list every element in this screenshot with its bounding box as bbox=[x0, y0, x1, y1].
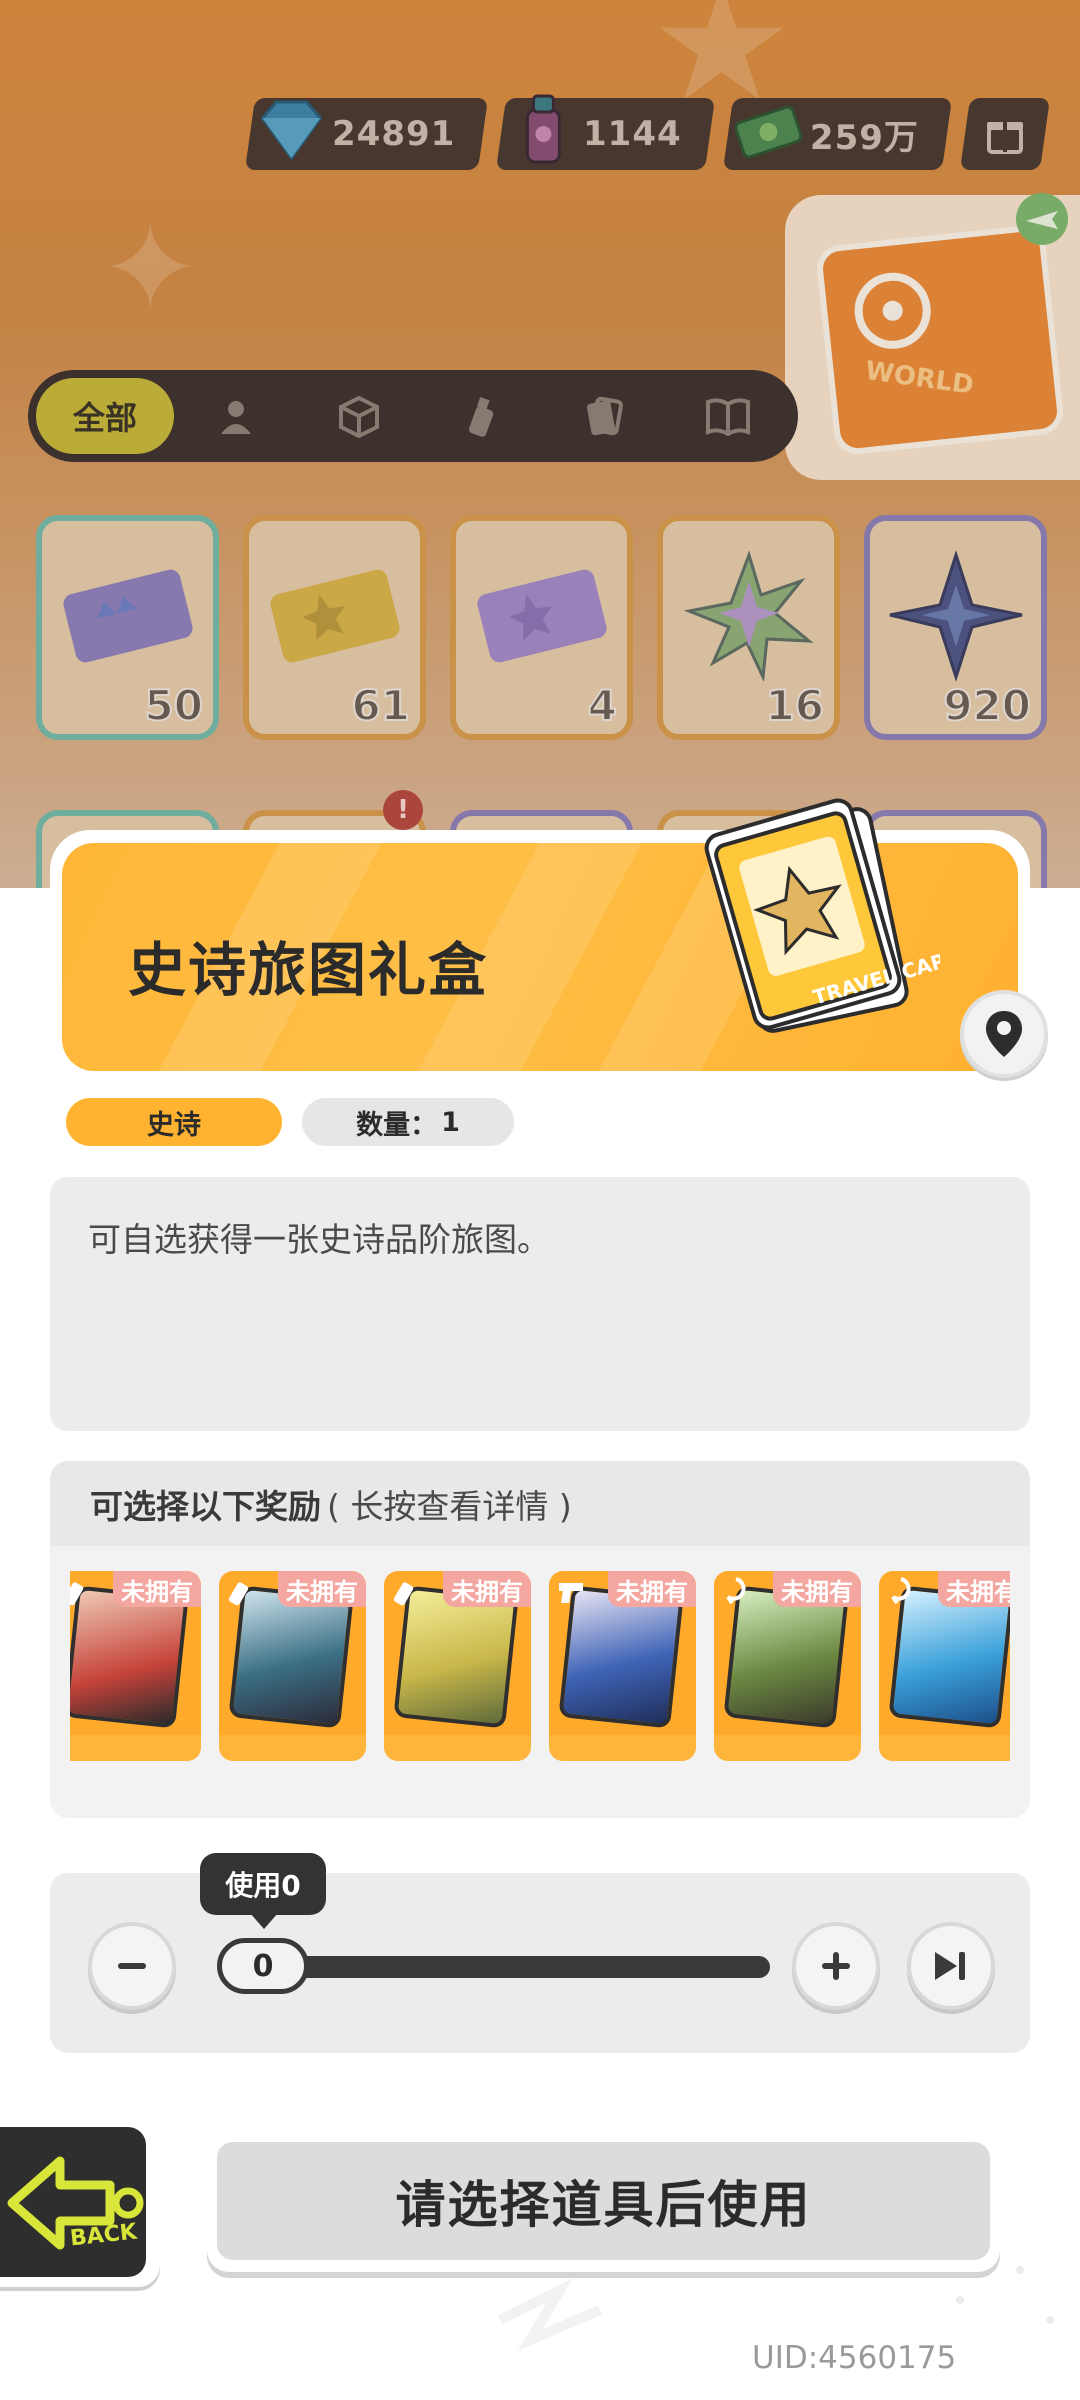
currency-spray[interactable]: 1144 bbox=[496, 94, 715, 170]
spray-icon bbox=[70, 1582, 84, 1606]
user-id: UID:4560175 bbox=[752, 2340, 957, 2376]
decrease-button[interactable] bbox=[88, 1922, 176, 2010]
rainbow-star-icon bbox=[683, 551, 814, 681]
gift-button[interactable] bbox=[959, 98, 1050, 170]
description-box: 可自选获得一张史诗品阶旅图。 bbox=[50, 1177, 1030, 1431]
not-owned-badge: 未拥有 bbox=[938, 1571, 1010, 1607]
reward-selection-box: 可选择以下奖励 ( 长按查看详情 ) 未拥有 未拥有 未拥有 未拥有 未拥有 未… bbox=[50, 1461, 1030, 1818]
not-owned-badge: 未拥有 bbox=[278, 1571, 366, 1607]
location-pin-icon bbox=[986, 1011, 1022, 1057]
dark-star-icon bbox=[889, 551, 1023, 681]
inventory-item[interactable]: 50 bbox=[36, 515, 219, 740]
world-map-art: WORLD bbox=[814, 223, 1066, 457]
book-icon bbox=[706, 398, 751, 436]
reward-hint: ( 长按查看详情 ) bbox=[327, 1486, 572, 1526]
item-count: 16 bbox=[765, 680, 825, 731]
currency-diamond[interactable]: 24891 bbox=[244, 98, 489, 170]
decor-star-icon: ★ bbox=[650, 0, 794, 137]
max-button[interactable] bbox=[907, 1922, 995, 2010]
spray-can-icon bbox=[526, 94, 562, 164]
currency-bar: 24891 1144 259万 bbox=[244, 94, 1050, 170]
reward-list[interactable]: 未拥有 未拥有 未拥有 未拥有 未拥有 未拥有 bbox=[70, 1571, 1010, 1771]
not-owned-badge: 未拥有 bbox=[443, 1571, 531, 1607]
inventory-item[interactable]: 920 bbox=[864, 515, 1047, 740]
usage-tooltip: 使用0 bbox=[200, 1853, 326, 1929]
usage-slider-thumb[interactable]: 0 bbox=[217, 1938, 309, 1994]
item-count: 4 bbox=[587, 680, 618, 731]
swirl-icon bbox=[891, 1577, 911, 1605]
currency-value: 24891 bbox=[332, 114, 456, 154]
currency-value: 1144 bbox=[583, 114, 682, 154]
spray-paint-icon bbox=[468, 396, 494, 437]
reward-card[interactable]: 未拥有 bbox=[549, 1571, 696, 1761]
item-count: 50 bbox=[144, 680, 204, 731]
back-button[interactable]: BACK bbox=[0, 2117, 160, 2287]
card-stack-icon bbox=[587, 396, 624, 436]
world-label: WORLD bbox=[863, 355, 976, 401]
back-arrow-icon bbox=[7, 2156, 144, 2250]
reward-heading: 可选择以下奖励 ( 长按查看详情 ) bbox=[50, 1461, 1030, 1546]
reward-card[interactable]: 未拥有 bbox=[384, 1571, 531, 1761]
reward-heading-text: 可选择以下奖励 bbox=[90, 1486, 321, 1526]
currency-cash[interactable]: 259万 bbox=[722, 98, 952, 170]
inventory-item[interactable]: 61 bbox=[243, 515, 426, 740]
background-scene: ★ ✦ 24891 1144 259万 WORLD 全部 50 61 4 16 … bbox=[0, 0, 1080, 890]
tab-sprays[interactable] bbox=[420, 378, 543, 454]
item-count: 920 bbox=[942, 680, 1032, 731]
reward-track: 未拥有 未拥有 未拥有 未拥有 未拥有 未拥有 bbox=[70, 1571, 1010, 1761]
pin-circle-icon bbox=[854, 272, 931, 349]
item-description: 可自选获得一张史诗品阶旅图。 bbox=[88, 1220, 550, 1259]
reward-card[interactable]: 未拥有 bbox=[714, 1571, 861, 1761]
inventory-grid: 50 61 4 16 920 bbox=[36, 515, 1047, 740]
minus-icon bbox=[118, 1963, 146, 1969]
not-owned-badge: 未拥有 bbox=[773, 1571, 861, 1607]
world-map-button[interactable]: WORLD bbox=[785, 193, 1080, 480]
decor-k-icon: ✦ bbox=[100, 200, 201, 339]
tab-characters[interactable] bbox=[174, 378, 297, 454]
skip-to-end-icon bbox=[935, 1952, 965, 1980]
currency-value: 259万 bbox=[809, 117, 919, 158]
spray-icon bbox=[228, 1582, 249, 1606]
plus-icon bbox=[822, 1952, 850, 1980]
quantity-badge: 数量： 1 bbox=[302, 1098, 514, 1146]
cube-icon bbox=[338, 395, 379, 438]
notice-badge: ! bbox=[383, 790, 423, 830]
increase-button[interactable] bbox=[792, 1922, 880, 2010]
ticket-icon bbox=[63, 569, 193, 663]
gift-box-icon bbox=[986, 122, 1023, 154]
category-filter-bar: 全部 bbox=[28, 370, 798, 462]
tab-items[interactable] bbox=[297, 378, 420, 454]
swirl-icon bbox=[726, 1577, 746, 1605]
pistol-icon bbox=[559, 1583, 583, 1603]
item-title: 史诗旅图礼盒 bbox=[128, 936, 489, 1004]
ticket-icon bbox=[270, 569, 400, 663]
quantity-value: 1 bbox=[441, 1106, 460, 1138]
location-button[interactable] bbox=[960, 990, 1048, 1078]
not-owned-badge: 未拥有 bbox=[113, 1571, 201, 1607]
reward-card[interactable]: 未拥有 bbox=[70, 1571, 201, 1761]
diamond-icon bbox=[260, 100, 323, 161]
reward-card[interactable]: 未拥有 bbox=[219, 1571, 366, 1761]
travel-card-icon: TRAVEL CARD bbox=[704, 798, 940, 1033]
ticket-icon bbox=[477, 569, 607, 663]
quantity-label: 数量： bbox=[356, 1109, 438, 1141]
tab-books[interactable] bbox=[667, 378, 790, 454]
use-item-label: 请选择道具后使用 bbox=[217, 2142, 990, 2260]
use-item-button[interactable]: 请选择道具后使用 bbox=[207, 2132, 1000, 2272]
inventory-item[interactable]: 4 bbox=[450, 515, 633, 740]
plane-icon bbox=[1016, 193, 1068, 245]
tab-cards[interactable] bbox=[544, 378, 667, 454]
rarity-badge: 史诗 bbox=[66, 1098, 282, 1146]
item-count: 61 bbox=[351, 680, 411, 731]
reward-card[interactable]: 未拥有 bbox=[879, 1571, 1010, 1761]
person-icon bbox=[220, 401, 251, 434]
cash-icon bbox=[734, 105, 803, 159]
back-button-face: BACK bbox=[0, 2127, 146, 2277]
not-owned-badge: 未拥有 bbox=[608, 1571, 696, 1607]
spray-icon bbox=[393, 1582, 414, 1606]
inventory-item[interactable]: 16 bbox=[657, 515, 840, 740]
tab-all[interactable]: 全部 bbox=[36, 378, 174, 454]
